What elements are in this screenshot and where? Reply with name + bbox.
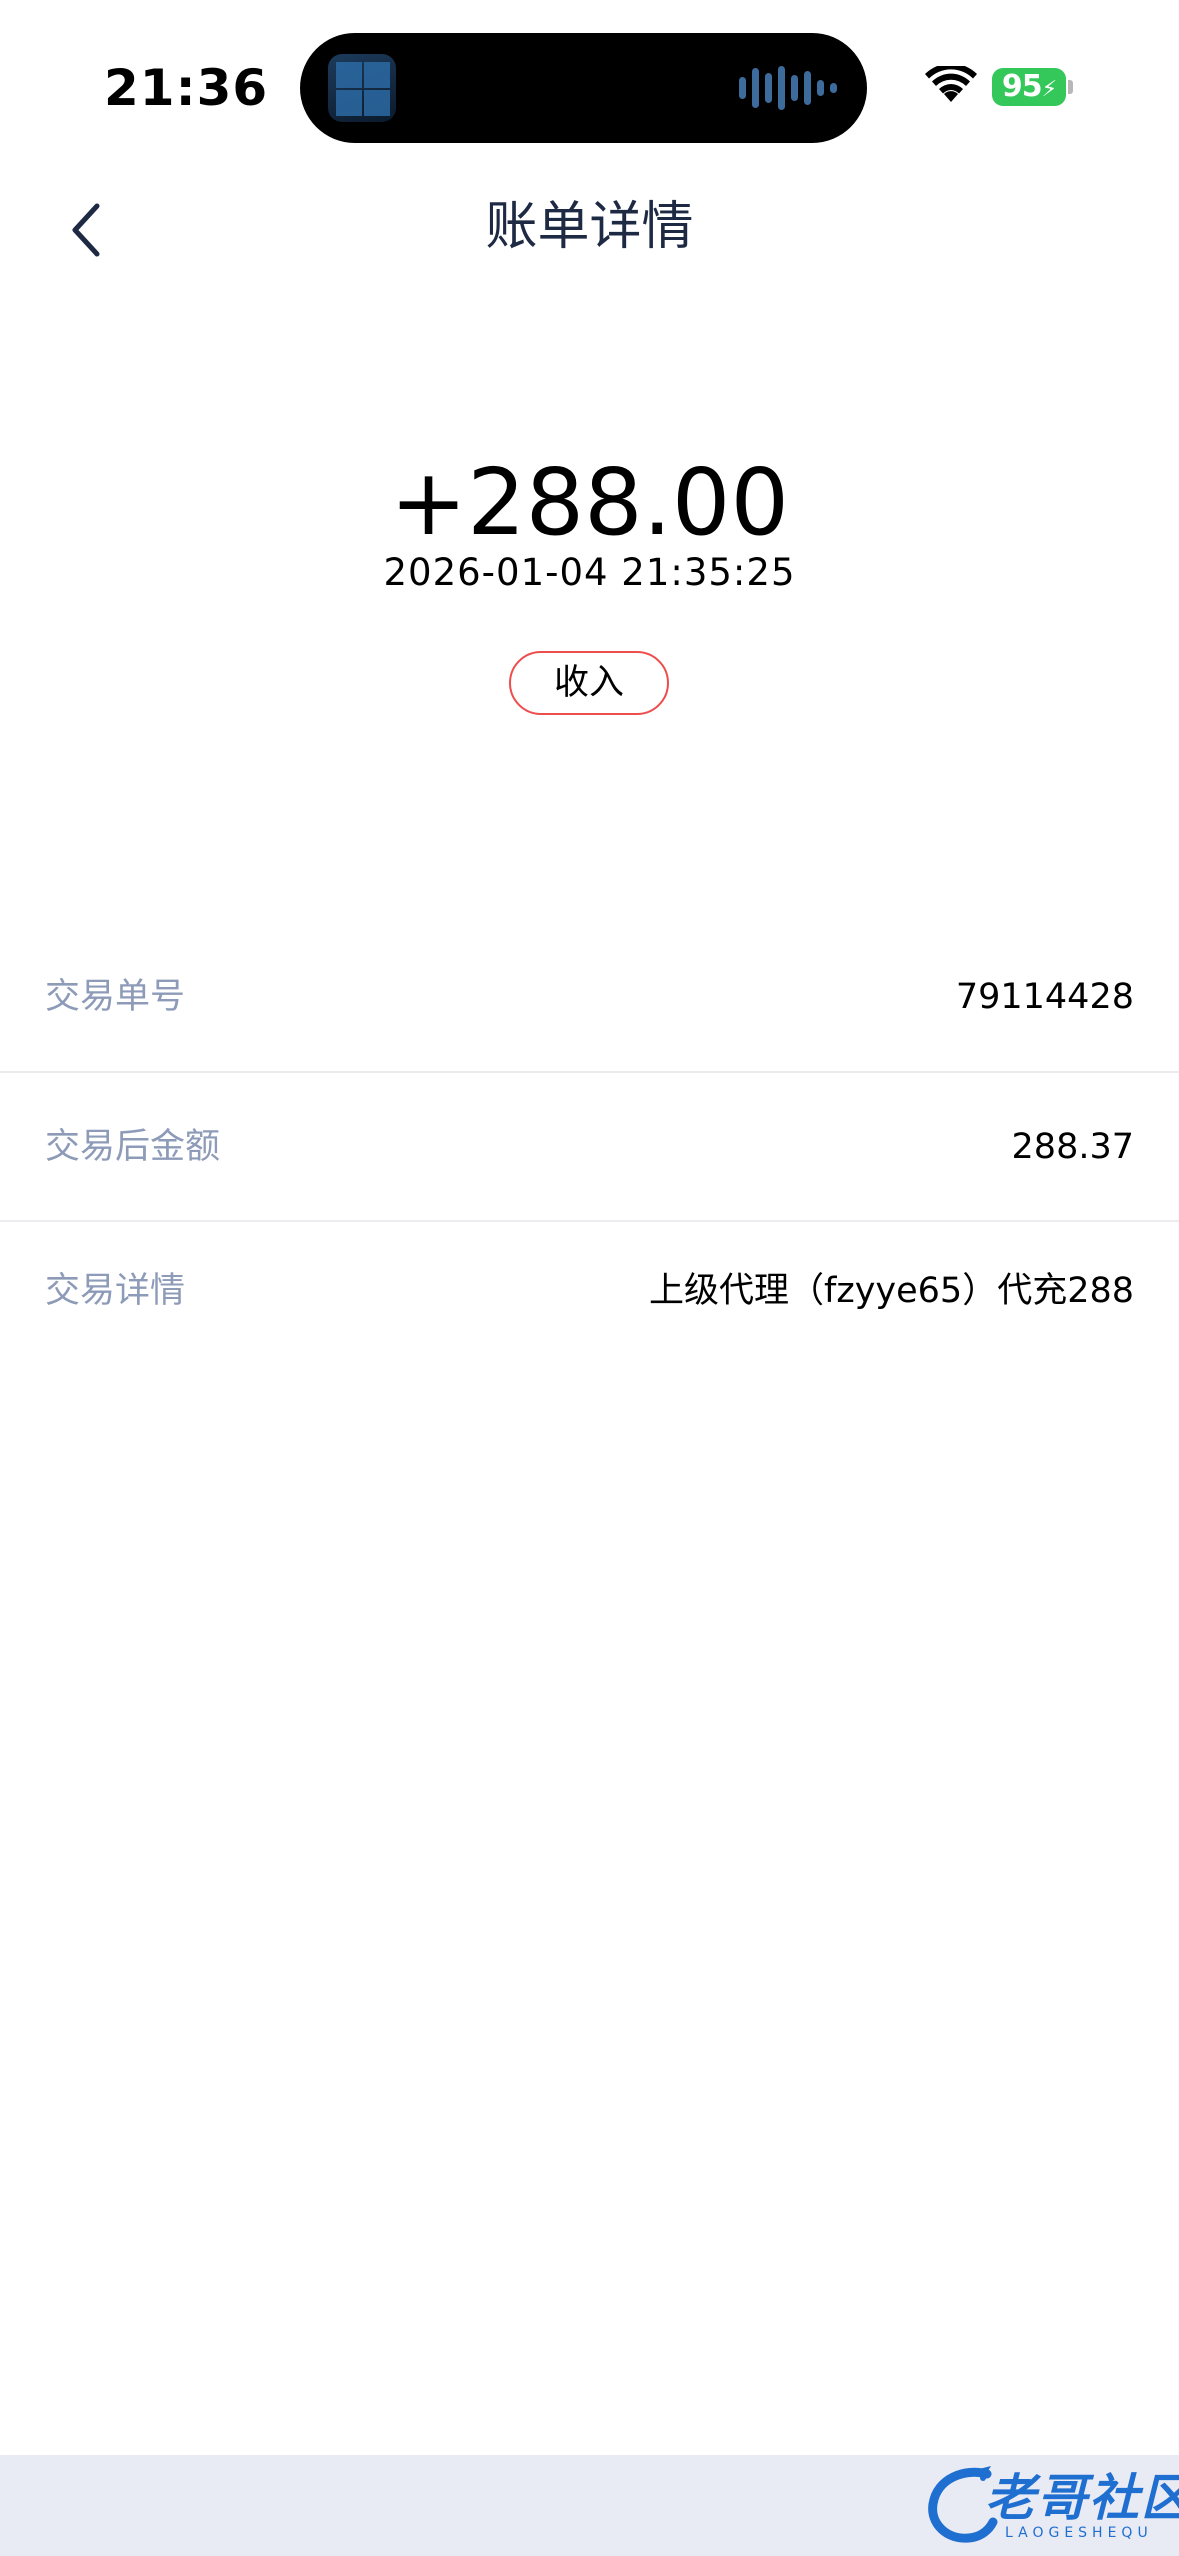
dynamic-island[interactable] (300, 33, 867, 143)
detail-value: 288.37 (1011, 1127, 1134, 1167)
wifi-icon (925, 66, 977, 102)
row-divider (0, 1071, 1179, 1073)
detail-label: 交易后金额 (45, 1127, 221, 1167)
detail-value: 79114428 (955, 977, 1134, 1017)
row-divider (0, 1220, 1179, 1222)
page-title: 账单详情 (485, 197, 694, 257)
battery-indicator: 95⚡ (992, 68, 1066, 106)
transaction-datetime: 2026-01-04 21:35:25 (383, 551, 796, 594)
detail-row-order-number: 交易单号 79114428 (0, 972, 1179, 1072)
detail-label: 交易详情 (45, 1271, 186, 1311)
watermark: 老哥社区 LAOGESHEQU (925, 2462, 1179, 2548)
detail-label: 交易单号 (45, 977, 186, 1017)
battery-cap (1068, 80, 1073, 94)
detail-value: 上级代理（fzyye65）代充288 (649, 1271, 1134, 1311)
transaction-amount: +288.00 (390, 449, 789, 556)
watermark-subtext: LAOGESHEQU (1005, 2525, 1153, 2541)
audio-waveform-icon (739, 66, 837, 110)
battery-level: 95 (1001, 69, 1043, 104)
now-playing-thumbnail (328, 54, 396, 122)
detail-row-balance-after: 交易后金额 288.37 (0, 1122, 1179, 1222)
status-time: 21:36 (104, 59, 269, 117)
watermark-text: 老哥社区 (985, 2469, 1179, 2527)
detail-row-description: 交易详情 上级代理（fzyye65）代充288 (0, 1266, 1179, 1366)
charging-bolt-icon: ⚡ (1041, 77, 1057, 102)
transaction-type-badge: 收入 (509, 651, 669, 715)
